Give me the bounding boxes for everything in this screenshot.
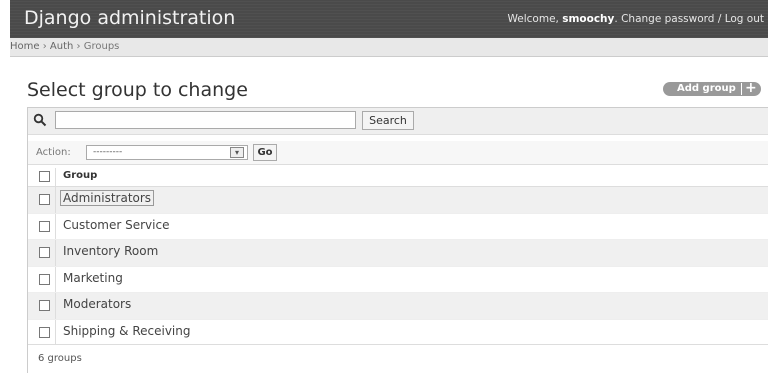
breadcrumb-separator: › xyxy=(42,41,47,52)
row-checkbox[interactable] xyxy=(39,220,50,232)
column-divider xyxy=(55,213,56,240)
column-header-group[interactable]: Group xyxy=(63,170,97,181)
result-count: 6 groups xyxy=(38,353,82,364)
paginator: 6 groups xyxy=(28,344,768,374)
column-divider xyxy=(55,187,56,213)
username: smoochy xyxy=(562,13,615,25)
table-row: Shipping & Receiving xyxy=(28,319,768,347)
breadcrumb-separator: › xyxy=(76,41,81,52)
table-row: Inventory Room xyxy=(28,240,768,267)
search-input[interactable] xyxy=(55,111,356,129)
column-divider xyxy=(55,240,56,266)
column-divider xyxy=(55,266,56,293)
action-label: Action: xyxy=(36,147,71,158)
result-list: Group Administrators Customer Service In… xyxy=(28,168,768,347)
group-link[interactable]: Shipping & Receiving xyxy=(63,324,191,338)
change-password-link[interactable]: Change password xyxy=(621,13,714,25)
group-link[interactable]: Marketing xyxy=(63,271,123,285)
group-link[interactable]: Customer Service xyxy=(63,218,169,232)
button-divider xyxy=(741,83,742,95)
table-header-row: Group xyxy=(28,168,768,187)
search-button[interactable]: Search xyxy=(362,111,414,130)
plus-icon: + xyxy=(745,80,757,96)
table-row: Customer Service xyxy=(28,213,768,241)
search-toolbar: Search xyxy=(28,108,768,135)
row-checkbox[interactable] xyxy=(39,273,50,285)
row-checkbox[interactable] xyxy=(39,326,50,338)
actions-bar: Action: --------- ▾ Go xyxy=(28,141,768,165)
column-divider xyxy=(55,168,56,186)
column-divider xyxy=(55,293,56,319)
breadcrumb: Home › Auth › Groups xyxy=(10,38,768,57)
header: Django administration Welcome, smoochy. … xyxy=(10,0,768,38)
row-checkbox[interactable] xyxy=(39,300,50,312)
chevron-down-icon: ▾ xyxy=(230,147,244,158)
welcome-text: Welcome, xyxy=(507,13,559,25)
table-row: Marketing xyxy=(28,266,768,294)
page-title: Select group to change xyxy=(27,79,248,101)
changelist: Search Action: --------- ▾ Go Group Admi… xyxy=(27,107,768,374)
breadcrumb-auth[interactable]: Auth xyxy=(50,41,73,52)
group-link[interactable]: Moderators xyxy=(63,297,131,311)
breadcrumb-home[interactable]: Home xyxy=(10,41,40,52)
group-link[interactable]: Administrators xyxy=(60,190,155,206)
user-tools: Welcome, smoochy. Change password / Log … xyxy=(507,13,765,25)
add-group-label: Add group xyxy=(677,83,736,94)
search-icon xyxy=(33,113,47,127)
action-select[interactable]: --------- ▾ xyxy=(86,145,248,160)
row-checkbox[interactable] xyxy=(39,247,50,259)
logout-link[interactable]: Log out xyxy=(725,13,764,25)
table-row: Administrators xyxy=(28,187,768,214)
table-row: Moderators xyxy=(28,293,768,320)
site-name[interactable]: Django administration xyxy=(24,7,235,29)
breadcrumb-groups: Groups xyxy=(83,41,120,52)
add-group-button[interactable]: Add group + xyxy=(663,80,761,96)
action-selected-value: --------- xyxy=(93,147,123,157)
column-divider xyxy=(55,319,56,346)
group-link[interactable]: Inventory Room xyxy=(63,244,158,258)
select-all-checkbox[interactable] xyxy=(39,171,50,182)
row-checkbox[interactable] xyxy=(39,194,50,205)
go-button[interactable]: Go xyxy=(253,144,277,161)
user-tools-separator: / xyxy=(717,13,722,25)
